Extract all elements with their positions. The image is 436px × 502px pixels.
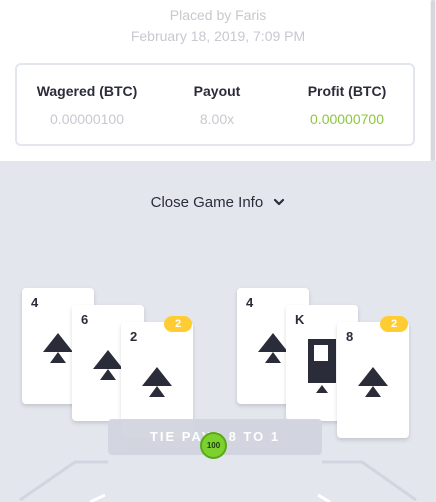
payout-label: Payout xyxy=(193,83,241,99)
spade-icon xyxy=(43,333,73,363)
chevron-down-icon xyxy=(274,198,285,205)
scrollbar[interactable] xyxy=(430,0,436,161)
bet-summary-box: Wagered (BTC) 0.00000100 Payout 8.00x Pr… xyxy=(15,63,415,146)
wagered-column: Wagered (BTC) 0.00000100 xyxy=(27,83,147,127)
close-game-info-label: Close Game Info xyxy=(150,194,264,211)
profit-label: Profit (BTC) xyxy=(307,83,387,99)
wagered-value: 0.00000100 xyxy=(50,111,124,127)
card-rank: K xyxy=(295,312,305,327)
left-hand-total-badge: 2 xyxy=(164,316,192,332)
profit-column: Profit (BTC) 0.00000700 xyxy=(287,83,407,127)
bet-details-panel: Placed by Faris February 18, 2019, 7:09 … xyxy=(0,0,436,161)
payout-value: 8.00x xyxy=(199,111,235,127)
wagered-label: Wagered (BTC) xyxy=(36,83,138,99)
card-rank: 2 xyxy=(130,329,138,344)
close-game-info-button[interactable]: Close Game Info xyxy=(0,194,436,211)
bet-chip: 100 xyxy=(200,432,227,459)
card-rank: 4 xyxy=(246,295,254,310)
card-rank: 6 xyxy=(81,312,89,327)
profit-value: 0.00000700 xyxy=(310,111,384,127)
payout-column: Payout 8.00x xyxy=(177,83,257,127)
placed-by-text: Placed by Faris xyxy=(169,7,267,23)
card-rank: 8 xyxy=(346,329,354,344)
spade-icon xyxy=(358,367,388,397)
right-hand-total-badge: 2 xyxy=(380,316,408,332)
card-rank: 4 xyxy=(31,295,39,310)
right-hand-card-3: 8 xyxy=(337,322,409,438)
scrollbar-thumb[interactable] xyxy=(431,0,435,161)
king-face-icon xyxy=(308,339,336,393)
bet-date: February 18, 2019, 7:09 PM xyxy=(130,28,306,44)
spade-icon xyxy=(142,367,172,397)
